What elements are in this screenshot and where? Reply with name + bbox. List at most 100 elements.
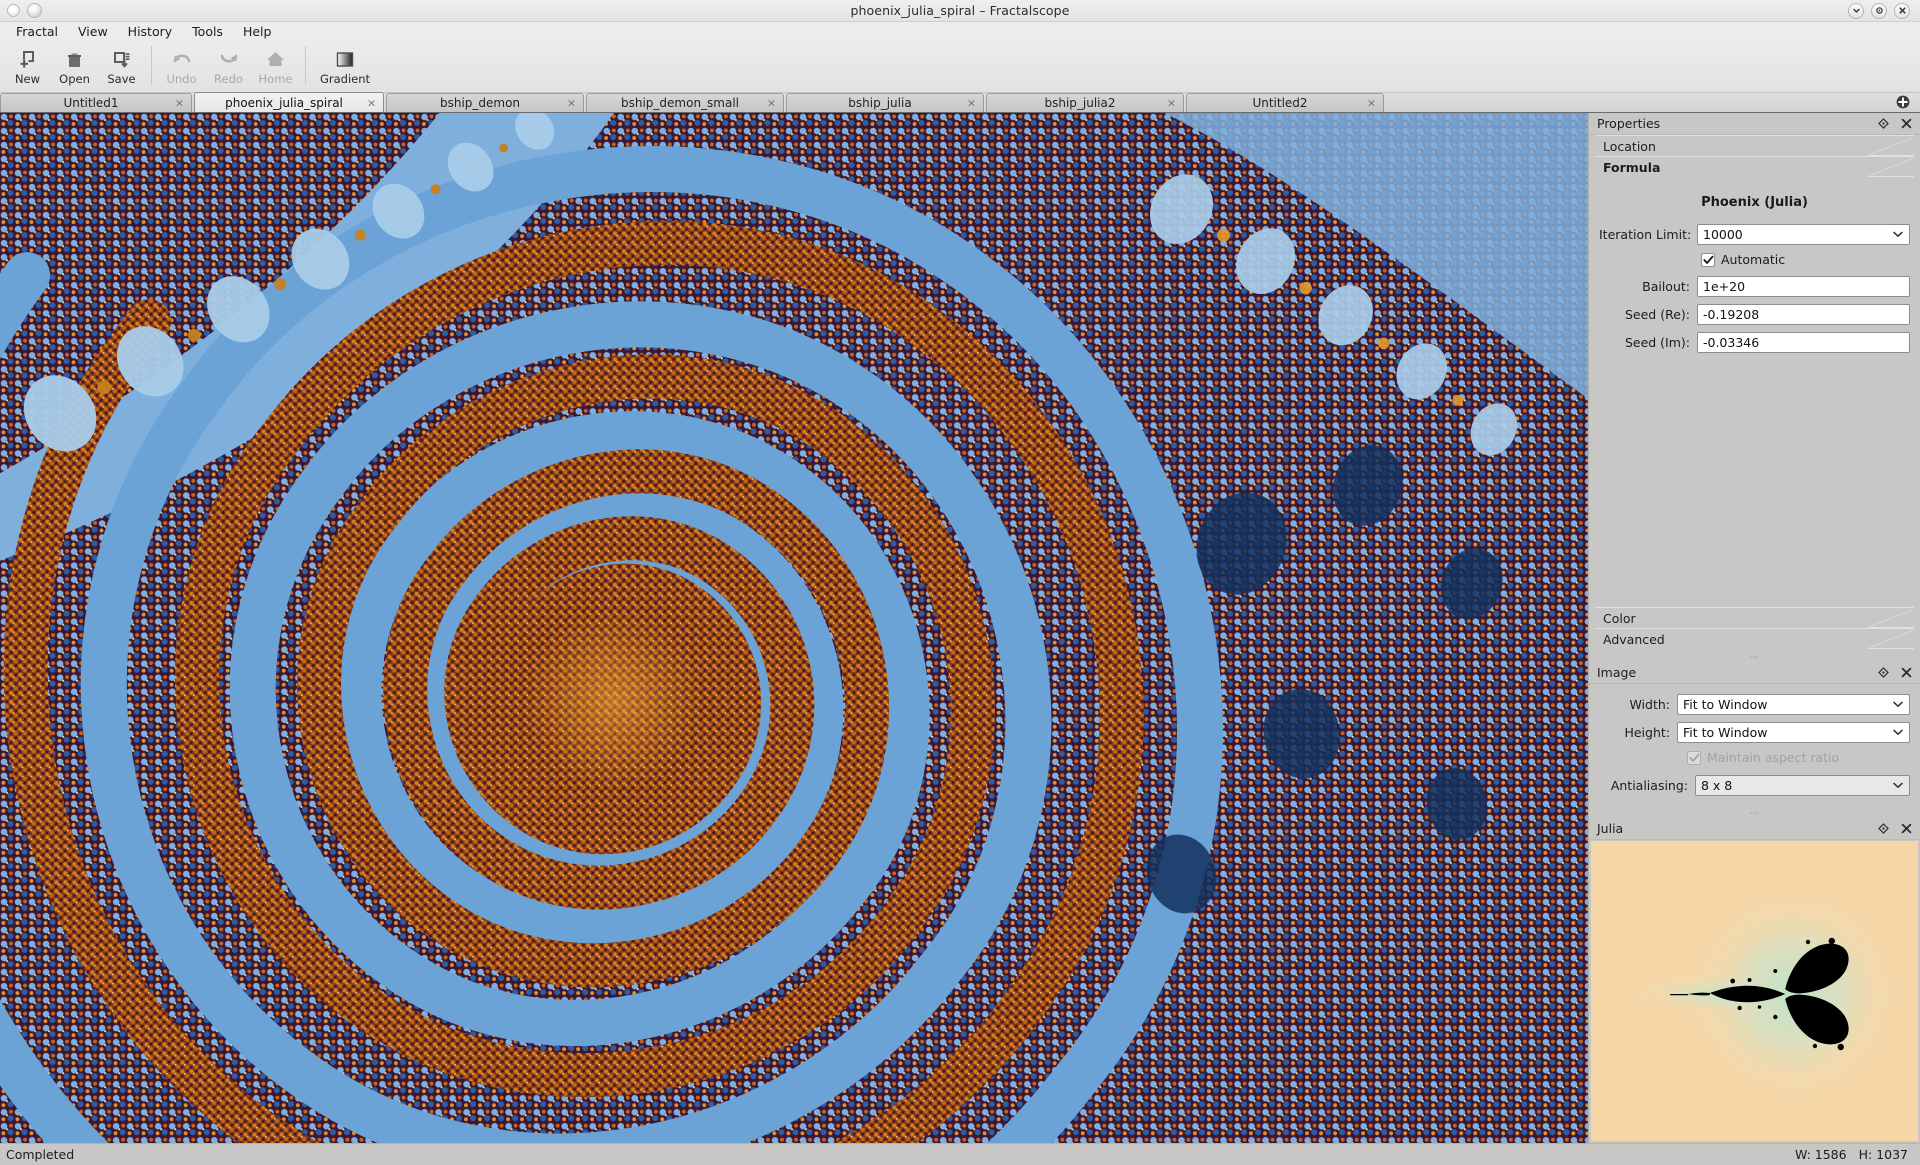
tab-bship-demon[interactable]: bship_demon × (386, 93, 584, 112)
gradient-button[interactable]: Gradient (312, 44, 378, 90)
gradient-button-label: Gradient (319, 72, 371, 86)
home-icon (265, 48, 286, 70)
maintain-aspect-row: Maintain aspect ratio (1599, 750, 1910, 765)
julia-float-button[interactable] (1878, 823, 1889, 834)
automatic-checkbox[interactable] (1701, 252, 1715, 267)
iteration-limit-label: Iteration Limit: (1599, 227, 1692, 242)
check-icon (1688, 753, 1699, 762)
save-button[interactable]: Save (98, 44, 145, 90)
menu-history[interactable]: History (118, 22, 182, 41)
julia-panel-title: Julia (1597, 821, 1624, 836)
workspace: Properties Location Formula Phoenix (Jul… (0, 113, 1920, 1143)
redo-button[interactable]: Redo (205, 44, 252, 90)
iteration-limit-row: Iteration Limit: 10000 (1599, 224, 1910, 245)
image-panel-title: Image (1597, 665, 1637, 680)
close-button[interactable] (1894, 2, 1910, 19)
julia-preview-render (1591, 841, 1918, 1141)
antialiasing-row: Antialiasing: 8 x 8 (1599, 775, 1910, 796)
menu-tools[interactable]: Tools (182, 22, 233, 41)
home-button[interactable]: Home (252, 44, 299, 90)
iteration-limit-combo[interactable]: 10000 (1697, 224, 1910, 245)
new-document-icon (17, 48, 38, 70)
float-diamond-icon (1878, 667, 1889, 678)
seed-im-label: Seed (Im): (1624, 335, 1690, 350)
chevron-down-icon (1893, 781, 1903, 791)
tab-bship-demon-small[interactable]: bship_demon_small × (586, 93, 784, 112)
image-width-combo[interactable]: Fit to Window (1677, 694, 1910, 715)
seed-im-input[interactable] (1697, 332, 1910, 353)
status-message: Completed (6, 1147, 75, 1162)
section-color[interactable]: Color (1595, 607, 1914, 628)
fractal-render (0, 113, 1588, 1143)
image-height-combo[interactable]: Fit to Window (1677, 722, 1910, 743)
open-button-label: Open (59, 72, 90, 86)
chevron-down-icon (1893, 728, 1903, 738)
tab-label: phoenix_julia_spiral (225, 95, 343, 110)
tab-bship-julia2[interactable]: bship_julia2 × (986, 93, 1184, 112)
antialiasing-combo[interactable]: 8 x 8 (1695, 775, 1910, 796)
menu-fractal[interactable]: Fractal (6, 22, 68, 41)
maximize-button[interactable] (1871, 2, 1887, 19)
tab-close-icon[interactable]: × (366, 97, 377, 108)
home-button-label: Home (258, 72, 293, 86)
image-float-button[interactable] (1878, 667, 1889, 678)
menu-help[interactable]: Help (233, 22, 282, 41)
tab-phoenix-julia-spiral[interactable]: phoenix_julia_spiral × (194, 92, 384, 112)
minimize-button[interactable] (1848, 2, 1864, 19)
section-advanced[interactable]: Advanced (1595, 628, 1914, 649)
float-diamond-icon (1878, 823, 1889, 834)
tab-label: bship_julia (848, 96, 912, 110)
fractal-canvas[interactable] (0, 113, 1588, 1143)
undo-button-label: Undo (166, 72, 197, 86)
iteration-limit-value: 10000 (1703, 227, 1743, 242)
tab-close-icon[interactable]: × (1166, 98, 1177, 109)
close-icon (1901, 118, 1912, 129)
tab-close-icon[interactable]: × (174, 98, 185, 109)
tab-label: bship_demon_small (620, 96, 740, 110)
section-formula[interactable]: Formula (1595, 156, 1914, 177)
julia-panel: Julia (1589, 818, 1920, 1143)
bailout-input[interactable] (1697, 276, 1910, 297)
tab-bship-julia[interactable]: bship_julia × (786, 93, 984, 112)
toolbar-separator-2 (305, 46, 306, 84)
bailout-label: Bailout: (1642, 279, 1690, 294)
section-location[interactable]: Location (1595, 135, 1914, 156)
save-button-label: Save (107, 72, 136, 86)
properties-close-button[interactable] (1901, 118, 1912, 129)
status-width: W: 1586 (1794, 1147, 1847, 1162)
menu-view[interactable]: View (68, 22, 118, 41)
tab-close-icon[interactable]: × (1366, 98, 1377, 109)
seed-re-input[interactable] (1697, 304, 1910, 325)
tab-untitled1[interactable]: Untitled1 × (0, 93, 192, 112)
open-button[interactable]: Open (51, 44, 98, 90)
tab-label: Untitled2 (1252, 96, 1308, 110)
tab-close-icon[interactable]: × (566, 98, 577, 109)
image-close-button[interactable] (1901, 667, 1912, 678)
undo-button[interactable]: Undo (158, 44, 205, 90)
properties-title: Properties (1597, 116, 1661, 131)
section-advanced-label: Advanced (1603, 631, 1665, 647)
tab-close-icon[interactable]: × (966, 98, 977, 109)
right-dock: Properties Location Formula Phoenix (Jul… (1588, 113, 1920, 1143)
undo-arrow-icon (171, 48, 193, 70)
toolbar-separator-1 (151, 46, 152, 84)
image-height-label: Height: (1624, 725, 1670, 740)
section-location-label: Location (1603, 138, 1656, 154)
julia-preview[interactable] (1591, 841, 1918, 1141)
image-height-value: Fit to Window (1683, 725, 1768, 740)
image-width-value: Fit to Window (1683, 697, 1768, 712)
add-tab-button[interactable] (1886, 92, 1920, 112)
properties-float-button[interactable] (1878, 118, 1889, 129)
tab-close-icon[interactable]: × (766, 98, 777, 109)
new-button[interactable]: New (4, 44, 51, 90)
status-height: H: 1037 (1858, 1147, 1908, 1162)
bailout-row: Bailout: (1599, 276, 1910, 297)
image-panel-header: Image (1589, 662, 1920, 684)
antialiasing-label: Antialiasing: (1610, 778, 1688, 793)
tab-untitled2[interactable]: Untitled2 × (1186, 93, 1384, 112)
dock-splitter-1[interactable]: ⋯ (1589, 653, 1920, 663)
statusbar: Completed W: 1586 H: 1037 (0, 1143, 1920, 1165)
dock-splitter-2[interactable]: ⋯ (1589, 809, 1920, 819)
redo-arrow-icon (218, 48, 240, 70)
julia-close-button[interactable] (1901, 823, 1912, 834)
